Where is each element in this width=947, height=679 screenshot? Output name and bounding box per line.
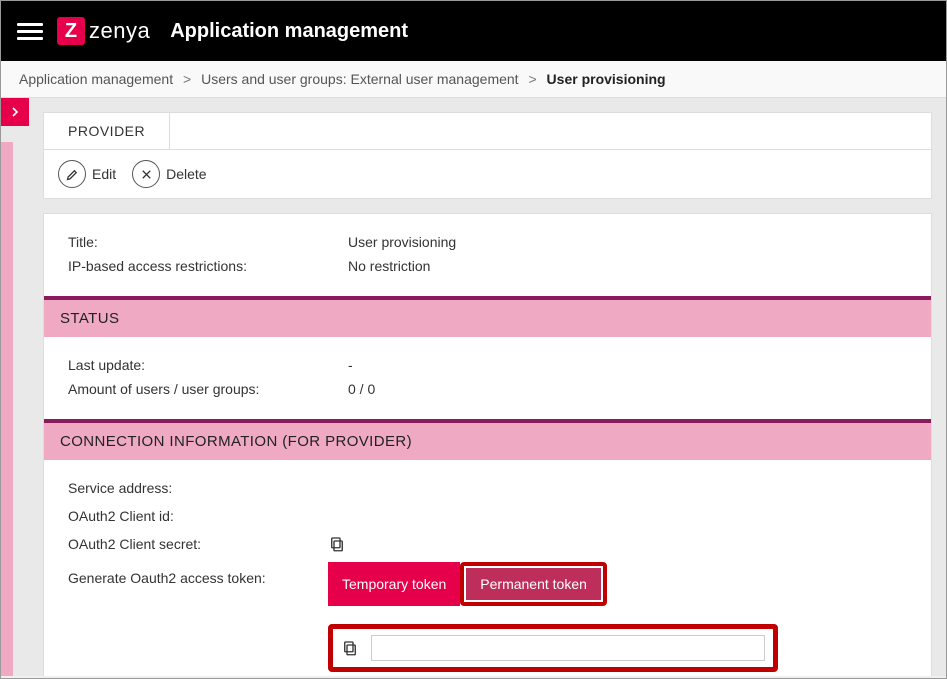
service-address-label: Service address: bbox=[68, 480, 328, 496]
client-id-label: OAuth2 Client id: bbox=[68, 508, 328, 524]
breadcrumb-current: User provisioning bbox=[547, 71, 666, 87]
logo-mark-icon: Z bbox=[57, 17, 85, 45]
toolbar: Edit Delete bbox=[44, 150, 931, 198]
x-icon bbox=[132, 160, 160, 188]
brand-name: zenya bbox=[89, 18, 150, 44]
title-value: User provisioning bbox=[348, 234, 907, 250]
breadcrumb: Application management > Users and user … bbox=[1, 61, 946, 98]
last-update-label: Last update: bbox=[68, 357, 348, 373]
last-update-value: - bbox=[348, 357, 907, 373]
brand-logo[interactable]: Z zenya bbox=[57, 17, 150, 45]
client-secret-label: OAuth2 Client secret: bbox=[68, 536, 328, 552]
ip-label: IP-based access restrictions: bbox=[68, 258, 348, 274]
permanent-token-highlight: Permanent token bbox=[460, 562, 607, 606]
breadcrumb-link-users[interactable]: Users and user groups: External user man… bbox=[201, 71, 519, 87]
menu-icon[interactable] bbox=[17, 23, 43, 40]
details-panel: Title: User provisioning IP-based access… bbox=[43, 213, 932, 676]
side-accent bbox=[1, 142, 13, 676]
status-grid: Last update: - Amount of users / user gr… bbox=[44, 337, 931, 419]
side-gutter bbox=[1, 98, 29, 676]
breadcrumb-sep: > bbox=[528, 71, 536, 87]
user-count-value: 0 / 0 bbox=[348, 381, 907, 397]
copy-secret-button[interactable] bbox=[328, 535, 346, 553]
copy-icon bbox=[341, 639, 359, 657]
breadcrumb-sep: > bbox=[183, 71, 191, 87]
top-bar: Z zenya Application management bbox=[1, 1, 946, 61]
status-heading: STATUS bbox=[44, 296, 931, 337]
delete-label: Delete bbox=[166, 166, 206, 182]
copy-token-button[interactable] bbox=[341, 639, 359, 657]
expand-sidebar-button[interactable] bbox=[1, 98, 29, 126]
tab-provider[interactable]: PROVIDER bbox=[44, 113, 170, 149]
permanent-token-button[interactable]: Permanent token bbox=[466, 568, 601, 600]
connection-heading: CONNECTION INFORMATION (FOR PROVIDER) bbox=[44, 419, 931, 460]
details-grid: Title: User provisioning IP-based access… bbox=[44, 214, 931, 296]
copy-icon bbox=[328, 535, 346, 553]
arrow-right-icon bbox=[7, 104, 23, 120]
connection-grid: Service address: OAuth2 Client id: OAuth… bbox=[44, 460, 931, 676]
tab-row: PROVIDER bbox=[44, 113, 931, 150]
user-count-label: Amount of users / user groups: bbox=[68, 381, 348, 397]
provider-panel: PROVIDER Edit Delete bbox=[43, 112, 932, 199]
edit-button[interactable]: Edit bbox=[58, 160, 116, 188]
token-button-group: Temporary token Permanent token bbox=[328, 562, 607, 606]
edit-label: Edit bbox=[92, 166, 116, 182]
title-label: Title: bbox=[68, 234, 348, 250]
generate-token-label: Generate Oauth2 access token: bbox=[68, 562, 328, 586]
token-output-field[interactable] bbox=[371, 635, 765, 661]
token-output-highlight bbox=[328, 624, 778, 672]
main-content: PROVIDER Edit Delete bbox=[29, 98, 946, 676]
breadcrumb-link-app-mgmt[interactable]: Application management bbox=[19, 71, 173, 87]
pencil-icon bbox=[58, 160, 86, 188]
temporary-token-button[interactable]: Temporary token bbox=[328, 562, 460, 606]
page-title: Application management bbox=[170, 20, 408, 43]
ip-value: No restriction bbox=[348, 258, 907, 274]
delete-button[interactable]: Delete bbox=[132, 160, 206, 188]
